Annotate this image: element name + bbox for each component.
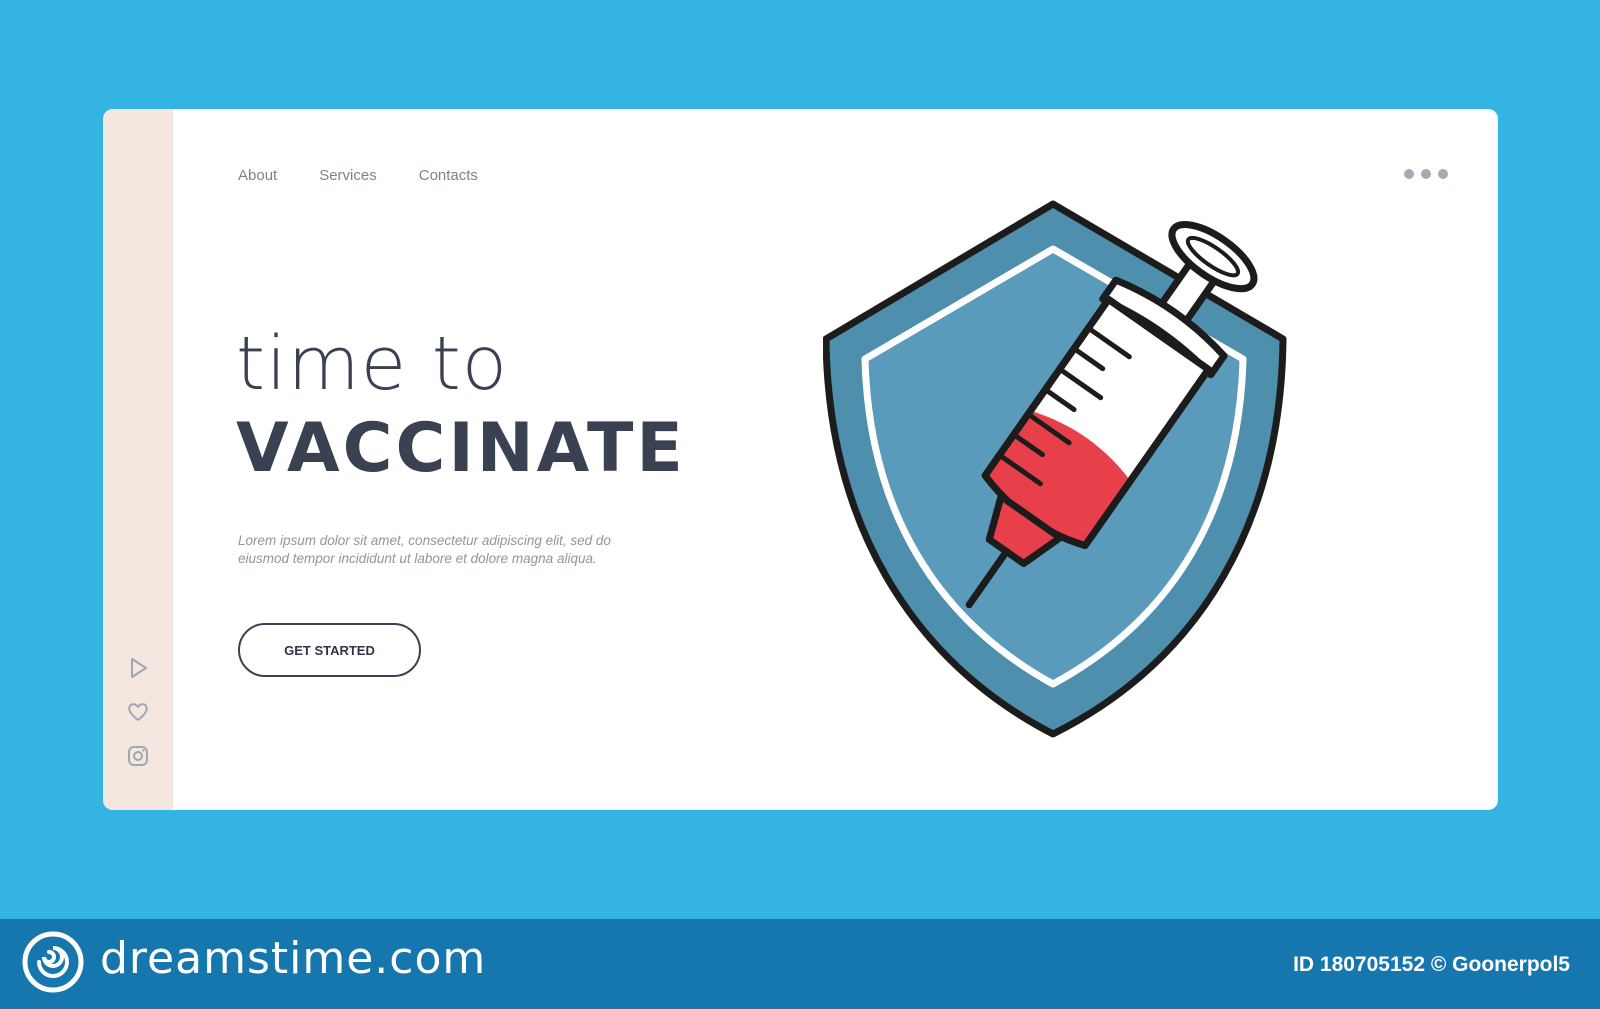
hero-description: Lorem ipsum dolor sit amet, consectetur … [238, 533, 611, 566]
top-navigation: About Services Contacts [238, 167, 520, 184]
instagram-icon[interactable] [125, 743, 151, 769]
more-dot-icon [1438, 169, 1448, 179]
nav-link-about[interactable]: About [238, 167, 277, 184]
more-dot-icon [1421, 169, 1431, 179]
hero-title-line1: time to [236, 321, 508, 407]
nav-link-services[interactable]: Services [319, 167, 377, 184]
get-started-button[interactable]: GET STARTED [238, 623, 421, 677]
more-dot-icon [1404, 169, 1414, 179]
footer-credit: ID 180705152 © Goonerpol5 [1293, 953, 1570, 976]
hero-title-line2: VACCINATE [236, 409, 686, 488]
footer-brand: dreamstime.com [100, 933, 487, 984]
sidebar [103, 109, 173, 810]
more-menu-button[interactable] [1397, 169, 1448, 179]
play-icon[interactable] [125, 655, 151, 681]
nav-link-contacts[interactable]: Contacts [419, 167, 478, 184]
shield-syringe-illustration [822, 189, 1343, 754]
landing-card: About Services Contacts time to VACCINAT… [103, 109, 1498, 810]
footer-bar: dreamstime.com ID 180705152 © Goonerpol5 [0, 919, 1600, 1009]
heart-icon[interactable] [125, 699, 151, 725]
dreamstime-logo-icon [22, 931, 84, 993]
